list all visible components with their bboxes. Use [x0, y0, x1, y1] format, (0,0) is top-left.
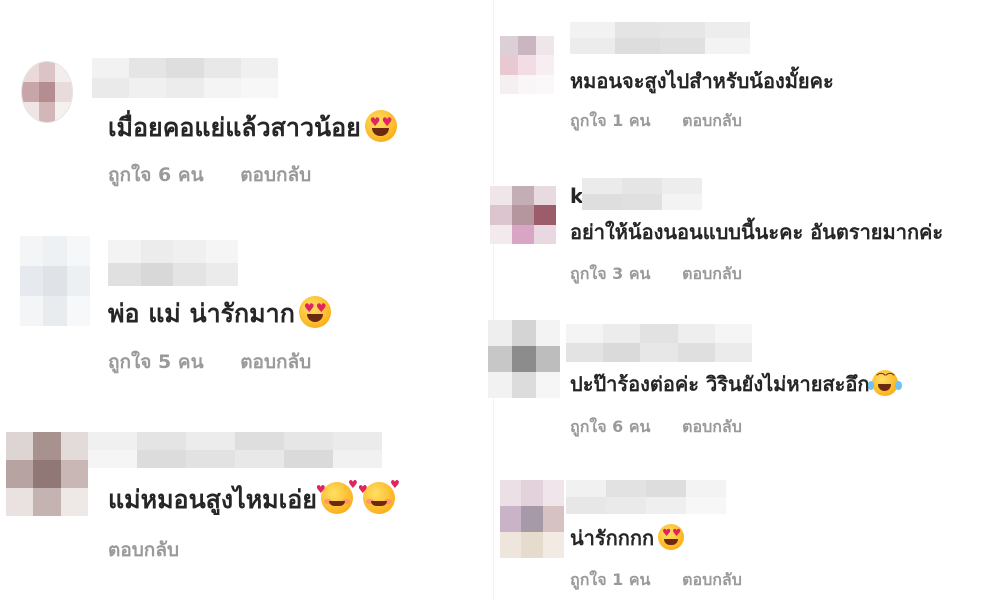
reply-button[interactable]: ตอบกลับ — [682, 415, 742, 440]
username-blurred[interactable] — [566, 480, 726, 514]
comment-text: เมื่อยคอแย่แล้วสาวน้อย ♥ ♥ — [108, 110, 397, 144]
like-count[interactable]: ถูกใจ 3 คน — [570, 262, 650, 287]
column-divider — [493, 0, 494, 600]
comment-text: แม่หมอนสูงไหมเอ่ย ♥ ♥ ♥ ♥ — [108, 478, 400, 514]
avatar[interactable] — [20, 236, 90, 326]
avatar[interactable] — [490, 186, 556, 244]
reply-button[interactable]: ตอบกลับ — [682, 109, 742, 134]
comment-text: อย่าให้น้องนอนแบบนี้นะคะ อันตรายมากค่ะ — [570, 220, 944, 244]
reply-button[interactable]: ตอบกลับ — [240, 347, 311, 377]
comment-text: พ่อ แม่ น่ารักมาก ♥ ♥ — [108, 296, 331, 330]
like-count[interactable]: ถูกใจ 6 คน — [108, 160, 204, 190]
username-blurred[interactable] — [88, 432, 382, 468]
username-blurred[interactable] — [92, 58, 278, 98]
avatar[interactable] — [22, 62, 72, 122]
smiling-face-with-hearts-icon: ♥ ♥ — [316, 479, 358, 514]
avatar[interactable] — [6, 432, 88, 516]
username-blurred[interactable] — [570, 22, 750, 54]
username-blurred[interactable] — [566, 324, 752, 362]
comment-text: ปะป๊าร้องต่อค่ะ วิรินยังไม่หายสะอึก ⌒ ⌒ — [570, 370, 902, 397]
comment-text: หมอนจะสูงไปสำหรับน้องมั้ยคะ — [570, 69, 834, 93]
reply-button[interactable]: ตอบกลับ — [108, 535, 179, 565]
avatar[interactable] — [488, 320, 560, 398]
reply-button[interactable]: ตอบกลับ — [240, 160, 311, 190]
tears-of-joy-icon: ⌒ ⌒ — [867, 370, 902, 396]
heart-eyes-icon: ♥ ♥ — [298, 296, 331, 328]
like-count[interactable]: ถูกใจ 5 คน — [108, 347, 204, 377]
heart-eyes-icon: ♥ ♥ — [658, 524, 685, 550]
username-blurred[interactable] — [108, 240, 238, 286]
reply-button[interactable]: ตอบกลับ — [682, 262, 742, 287]
avatar[interactable] — [500, 36, 554, 94]
heart-eyes-icon: ♥ ♥ — [364, 110, 397, 142]
comment-text: น่ารักกกก ♥ ♥ — [570, 524, 685, 551]
like-count[interactable]: ถูกใจ 1 คน — [570, 109, 650, 134]
smiling-face-with-hearts-icon: ♥ ♥ — [358, 479, 400, 514]
reply-button[interactable]: ตอบกลับ — [682, 568, 742, 593]
like-count[interactable]: ถูกใจ 6 คน — [570, 415, 650, 440]
avatar[interactable] — [500, 480, 564, 558]
like-count[interactable]: ถูกใจ 1 คน — [570, 568, 650, 593]
username-blurred[interactable] — [582, 178, 702, 210]
